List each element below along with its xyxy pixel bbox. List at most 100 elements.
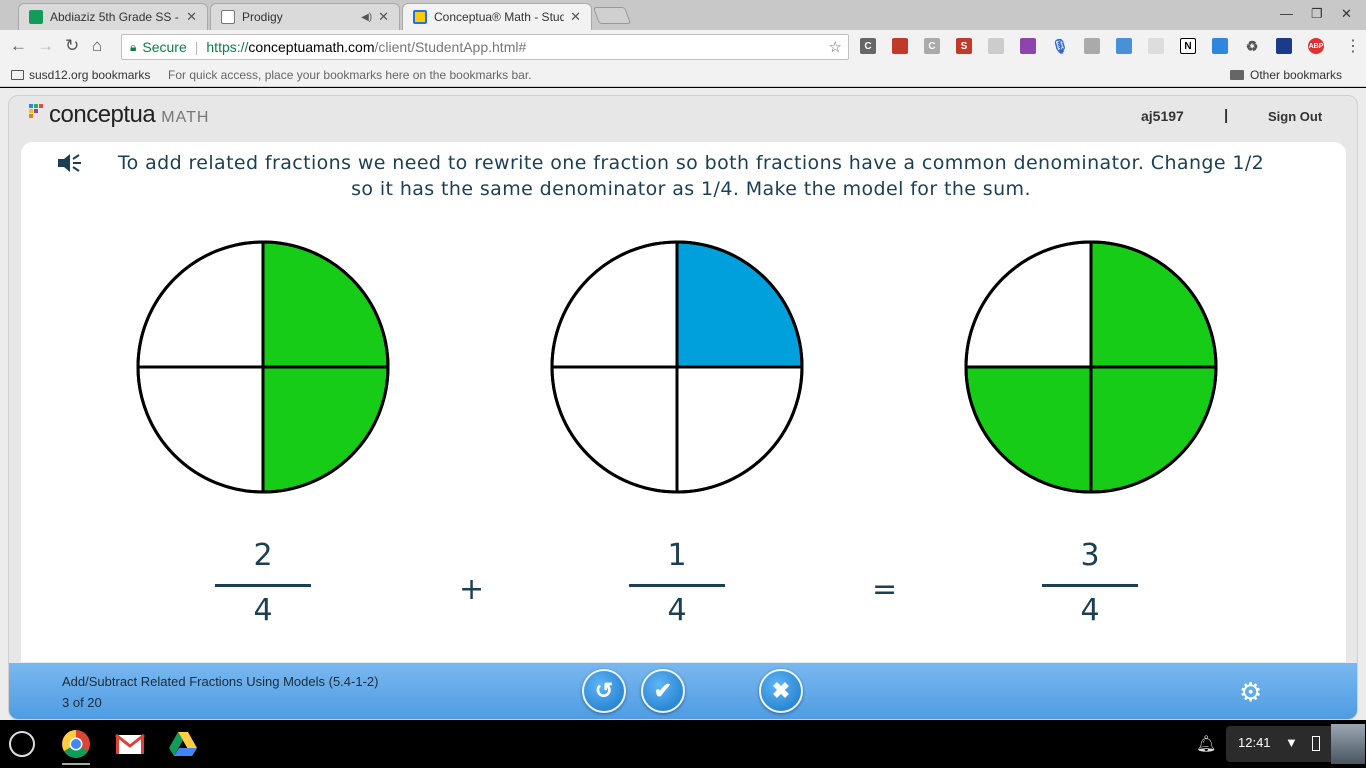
equals-sign: =	[872, 572, 898, 607]
clear-button[interactable]: ✖	[759, 669, 803, 713]
problem-card: To add related fractions we need to rewr…	[21, 142, 1346, 662]
maximize-icon[interactable]: ❐	[1311, 6, 1323, 22]
sheets-icon	[29, 10, 43, 24]
unshaded-piece[interactable]	[550, 365, 679, 494]
back-icon[interactable]: ←	[10, 36, 27, 56]
gmail-icon[interactable]	[115, 729, 145, 759]
page-content: conceptua MATH aj5197 | Sign Out To add …	[0, 88, 1366, 720]
minimize-icon[interactable]: —	[1280, 6, 1293, 21]
fraction-bar	[629, 584, 725, 587]
unshaded-piece[interactable]	[136, 365, 265, 494]
adblock-icon[interactable]: ABP	[1308, 38, 1324, 54]
extension-icon[interactable]	[1212, 38, 1228, 54]
running-indicator	[62, 763, 90, 765]
fraction-model-sum[interactable]	[963, 239, 1219, 495]
extension-icon[interactable]: C	[924, 38, 940, 54]
url-host: conceptuamath.com	[248, 39, 375, 55]
menu-icon[interactable]: ⋮	[1345, 36, 1361, 56]
brand-name: conceptua	[49, 101, 156, 128]
url-path: /client/StudentApp.html#	[374, 39, 527, 55]
new-tab-button[interactable]	[592, 7, 632, 24]
check-answer-button[interactable]: ✔	[641, 669, 685, 713]
shaded-piece[interactable]	[1089, 240, 1218, 369]
forward-icon[interactable]: →	[37, 36, 54, 56]
audio-icon[interactable]: ◀)	[361, 12, 372, 23]
unshaded-piece[interactable]	[675, 365, 804, 494]
tab-spreadsheet[interactable]: Abdiaziz 5th Grade SS - C ✕	[18, 3, 208, 30]
apps-icon	[11, 70, 24, 80]
bookmark-star-icon[interactable]: ☆	[829, 38, 842, 56]
browser-toolbar: ← → ↻ ⌂ 🔒︎ Secure | https://conceptuamat…	[0, 30, 1366, 63]
extension-icon[interactable]: S	[956, 38, 972, 54]
notification-icon[interactable]: 🔔︎	[1196, 734, 1216, 754]
conceptua-logo: conceptua MATH	[29, 101, 209, 129]
gear-icon[interactable]: ⚙	[1239, 679, 1262, 705]
camera-icon[interactable]	[1148, 38, 1164, 54]
tab-title: Abdiaziz 5th Grade SS - C	[50, 10, 181, 24]
recycle-icon[interactable]: ♻	[1244, 38, 1260, 54]
drive-icon[interactable]	[168, 729, 198, 759]
extension-icon[interactable]: N	[1180, 38, 1196, 54]
shaded-piece[interactable]	[675, 240, 804, 369]
extension-icon[interactable]	[892, 38, 908, 54]
address-bar[interactable]: 🔒︎ Secure | https://conceptuamath.com/cl…	[121, 34, 849, 60]
unshaded-piece[interactable]	[964, 240, 1093, 369]
page-icon	[221, 10, 235, 24]
fraction-model-addend-2[interactable]	[549, 239, 805, 495]
close-tab-icon[interactable]: ✕	[570, 9, 581, 25]
unshaded-piece[interactable]	[136, 240, 265, 369]
secure-label: Secure	[142, 39, 187, 55]
close-icon: ✖	[771, 678, 791, 703]
extension-icon[interactable]: C	[860, 38, 876, 54]
other-bookmarks-label: Other bookmarks	[1250, 68, 1343, 82]
fraction-model-addend-1[interactable]	[135, 239, 391, 495]
username: aj5197	[1141, 108, 1184, 124]
launcher-icon[interactable]	[9, 731, 35, 757]
home-icon[interactable]: ⌂	[92, 36, 102, 56]
fraction-bar	[215, 584, 311, 587]
extension-icon[interactable]	[988, 38, 1004, 54]
brand-suffix: MATH	[161, 109, 210, 126]
battery-icon	[1312, 736, 1320, 751]
shaded-piece[interactable]	[261, 365, 390, 494]
avatar[interactable]	[1331, 724, 1365, 764]
lock-icon: 🔒︎	[130, 39, 137, 54]
shaded-piece[interactable]	[964, 365, 1093, 494]
question-line-2: so it has the same denominator as 1/4. M…	[351, 178, 1031, 200]
tab-strip: Abdiaziz 5th Grade SS - C ✕ Prodigy ◀) ✕…	[0, 0, 1366, 30]
numerator: 2	[253, 538, 273, 573]
close-tab-icon[interactable]: ✕	[378, 9, 389, 25]
undo-button[interactable]: ↺	[582, 669, 626, 713]
speaker-icon[interactable]	[56, 152, 82, 174]
lesson-footer: Add/Subtract Related Fractions Using Mod…	[9, 663, 1357, 719]
lesson-title: Add/Subtract Related Fractions Using Mod…	[62, 674, 379, 689]
fraction-addend-2: 1 4	[629, 538, 725, 628]
wifi-icon: ▼	[1285, 735, 1298, 750]
chrome-icon[interactable]	[61, 729, 91, 759]
close-tab-icon[interactable]: ✕	[186, 9, 197, 25]
header-divider: |	[1224, 107, 1229, 124]
shaded-piece[interactable]	[261, 240, 390, 369]
url-text: https://conceptuamath.com/client/Student…	[206, 39, 526, 55]
shaded-piece[interactable]	[1089, 365, 1218, 494]
extension-icon[interactable]	[1276, 38, 1292, 54]
app-container: conceptua MATH aj5197 | Sign Out To add …	[8, 95, 1358, 720]
bookmark-folder[interactable]: susd12.org bookmarks	[11, 68, 150, 82]
logo-mark-icon	[29, 104, 47, 122]
other-bookmarks[interactable]: Other bookmarks	[1230, 68, 1342, 82]
denominator: 4	[1080, 593, 1100, 628]
os-shelf: 🔔︎ 12:41 ▼	[0, 720, 1366, 768]
close-window-icon[interactable]: ✕	[1341, 6, 1352, 22]
extension-icon[interactable]	[1116, 38, 1132, 54]
tab-conceptua[interactable]: Conceptua® Math - Stud ✕	[402, 3, 592, 30]
microphone-icon[interactable]: 🎙︎	[1051, 38, 1069, 54]
reload-icon[interactable]: ↻	[65, 36, 79, 56]
unshaded-piece[interactable]	[550, 240, 679, 369]
sign-out-link[interactable]: Sign Out	[1268, 109, 1322, 124]
extension-icon[interactable]	[1084, 38, 1100, 54]
extension-icon[interactable]	[1020, 38, 1036, 54]
tab-prodigy[interactable]: Prodigy ◀) ✕	[210, 3, 400, 30]
system-tray[interactable]: 12:41 ▼	[1226, 726, 1338, 762]
bookmarks-bar: susd12.org bookmarks For quick access, p…	[0, 63, 1366, 87]
tab-title: Conceptua® Math - Stud	[434, 10, 565, 24]
